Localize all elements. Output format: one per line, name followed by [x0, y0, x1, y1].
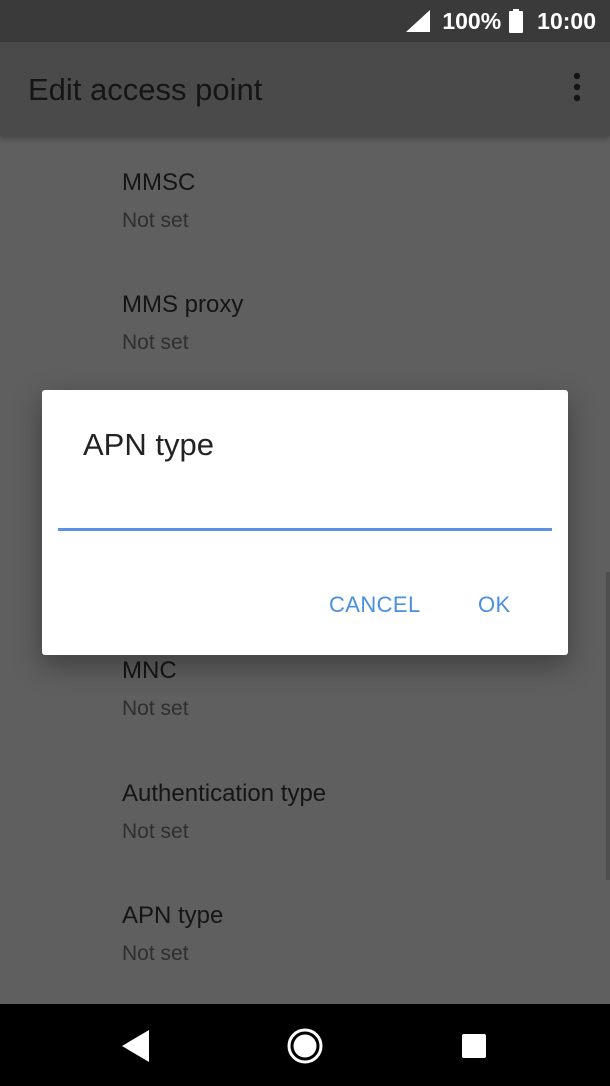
cancel-button[interactable]: CANCEL: [329, 592, 421, 618]
setting-authentication-type[interactable]: Authentication type Not set: [122, 779, 582, 846]
apn-type-dialog: APN type CANCEL OK: [42, 390, 568, 655]
clock: 10:00: [537, 7, 596, 34]
setting-title: Authentication type: [122, 780, 327, 807]
signal-icon: [406, 10, 431, 32]
home-icon: [287, 1028, 323, 1064]
recents-icon: [462, 1034, 486, 1058]
battery-percentage: 100%: [442, 7, 502, 34]
setting-summary: Not set: [122, 820, 189, 843]
scroll-indicator[interactable]: [606, 572, 610, 880]
setting-summary: Not set: [122, 209, 189, 232]
back-icon: [122, 1030, 149, 1062]
setting-title: MNC: [122, 657, 177, 684]
setting-title: APN type: [122, 902, 224, 929]
overflow-menu-icon[interactable]: [571, 72, 583, 102]
recents-button[interactable]: [454, 1026, 494, 1066]
apn-type-input[interactable]: [58, 494, 552, 531]
back-button[interactable]: [116, 1026, 156, 1066]
setting-mnc[interactable]: MNC Not set: [122, 656, 582, 723]
page-title: Edit access point: [28, 72, 263, 107]
ok-button[interactable]: OK: [478, 592, 511, 618]
app-bar: Edit access point: [0, 42, 610, 136]
setting-summary: Not set: [122, 697, 189, 720]
navigation-bar: [0, 1004, 610, 1086]
setting-apn-type[interactable]: APN type Not set: [122, 901, 582, 968]
dialog-title: APN type: [83, 427, 214, 462]
setting-mms-proxy[interactable]: MMS proxy Not set: [122, 290, 582, 357]
setting-title: MMSC: [122, 169, 196, 196]
setting-title: MMS proxy: [122, 291, 244, 318]
battery-icon: [509, 9, 524, 33]
setting-summary: Not set: [122, 331, 189, 354]
status-icons: 100% 10:00: [406, 0, 596, 42]
setting-summary: Not set: [122, 942, 189, 965]
status-bar: 100% 10:00: [0, 0, 610, 42]
setting-mmsc[interactable]: MMSC Not set: [122, 168, 582, 235]
home-button[interactable]: [285, 1026, 325, 1066]
